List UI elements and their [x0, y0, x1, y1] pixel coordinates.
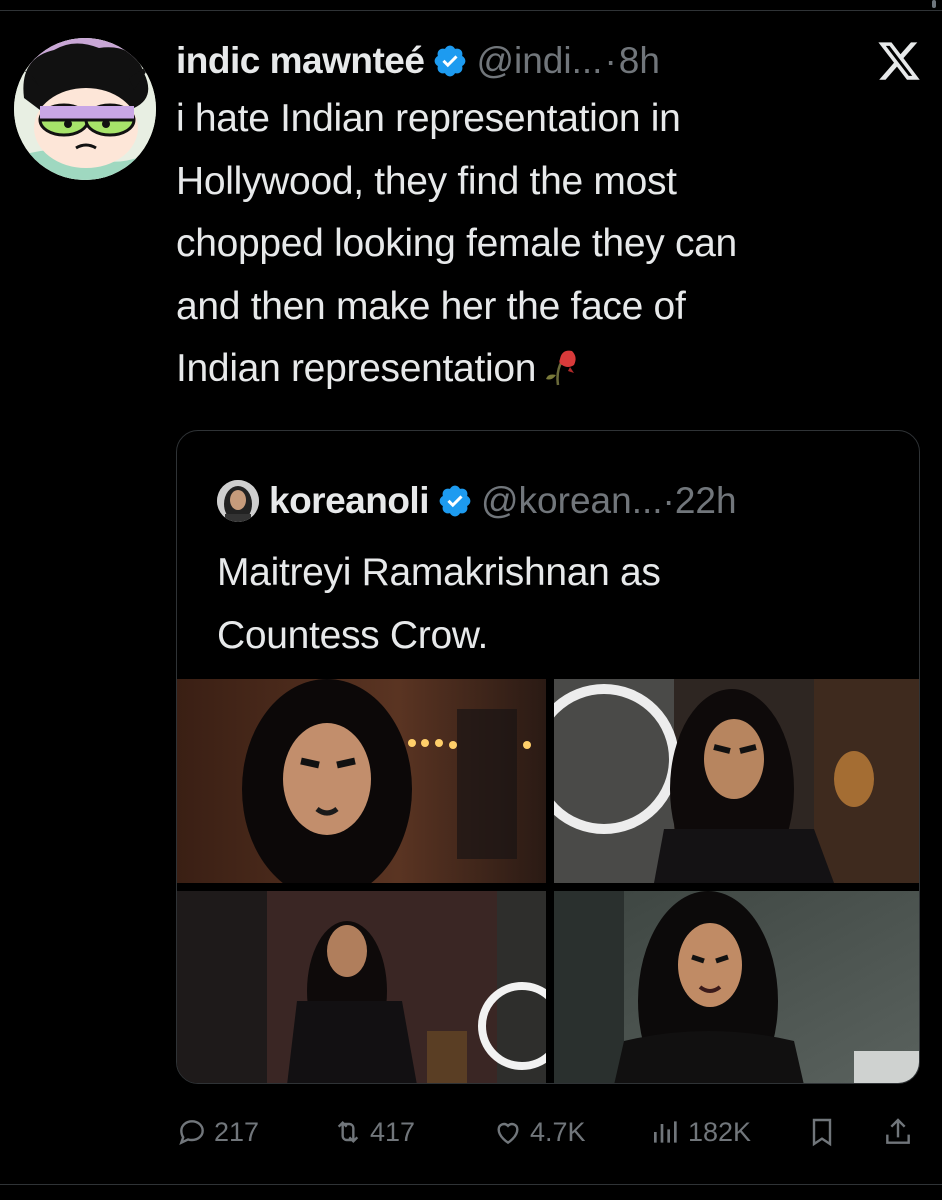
reply-button[interactable]: 217 — [176, 1100, 259, 1164]
reply-count: 217 — [214, 1116, 260, 1147]
reply-icon — [179, 1120, 204, 1145]
meta-separator: · — [662, 480, 675, 521]
repost-button[interactable]: 417 — [332, 1100, 415, 1164]
repost-icon — [337, 1120, 359, 1144]
meta-separator: · — [604, 40, 617, 81]
tweet-timestamp[interactable]: 8h — [619, 40, 660, 82]
wilted-rose-icon — [546, 350, 576, 386]
quoted-tweet-timestamp[interactable]: 22h — [675, 480, 737, 522]
tweet-text-line: Indian representation — [176, 347, 537, 390]
tweet-text-line: i hate Indian representation in — [176, 97, 681, 140]
views-button[interactable]: 182K — [650, 1100, 751, 1164]
author-handle[interactable]: @indi... — [476, 40, 602, 82]
media-image-2[interactable] — [554, 679, 919, 883]
repost-count: 417 — [370, 1116, 416, 1147]
tweet-header: indic mawnteé @indi... · 8h — [176, 36, 896, 86]
like-button[interactable]: 4.7K — [492, 1100, 586, 1164]
verified-badge-icon — [439, 485, 471, 517]
author-display-name[interactable]: indic mawnteé — [176, 40, 425, 82]
media-image-3[interactable] — [177, 891, 546, 1083]
quoted-author-display-name[interactable]: koreanoli — [269, 480, 430, 522]
media-image-1[interactable] — [177, 679, 546, 883]
quoted-author-avatar[interactable] — [217, 480, 259, 522]
quoted-text-line: Maitreyi Ramakrishnan as — [217, 551, 661, 594]
share-button[interactable] — [882, 1100, 920, 1164]
quoted-tweet-header: koreanoli @korean... · 22h — [217, 477, 737, 525]
heart-icon — [497, 1122, 519, 1145]
media-grid — [177, 679, 919, 1083]
quoted-tweet[interactable]: koreanoli @korean... · 22h Maitreyi Rama… — [176, 430, 920, 1084]
quoted-tweet-text: Maitreyi Ramakrishnan as Countess Crow. — [217, 541, 661, 667]
tweet-content: indic mawnteé @indi... · 8h i hate India… — [176, 36, 896, 401]
tweet-text-line-last: Indian representation — [176, 338, 896, 401]
top-divider — [0, 10, 942, 11]
like-count: 4.7K — [530, 1116, 586, 1147]
tweet-text: i hate Indian representation in Hollywoo… — [176, 88, 896, 401]
verified-badge-icon — [435, 45, 466, 77]
tweet-text-line: and then make her the face of — [176, 284, 686, 328]
bookmark-button[interactable] — [806, 1100, 844, 1164]
scroll-indicator[interactable] — [932, 0, 936, 8]
quoted-author-handle[interactable]: @korean... — [481, 480, 663, 522]
share-icon — [886, 1118, 910, 1144]
media-image-4[interactable] — [554, 891, 919, 1083]
bottom-divider — [0, 1184, 942, 1185]
tweet-actions: 217 417 4.7K 182K — [176, 1100, 922, 1164]
tweet-text-line: chopped looking female they can — [176, 222, 737, 265]
x-logo-icon[interactable] — [876, 38, 922, 84]
quoted-text-line: Countess Crow. — [217, 614, 489, 657]
views-count: 182K — [688, 1116, 752, 1147]
author-avatar[interactable] — [14, 38, 156, 180]
bookmark-icon — [812, 1118, 832, 1147]
tweet-text-line: Hollywood, they find the most — [176, 159, 677, 203]
views-chart-icon — [654, 1121, 677, 1143]
